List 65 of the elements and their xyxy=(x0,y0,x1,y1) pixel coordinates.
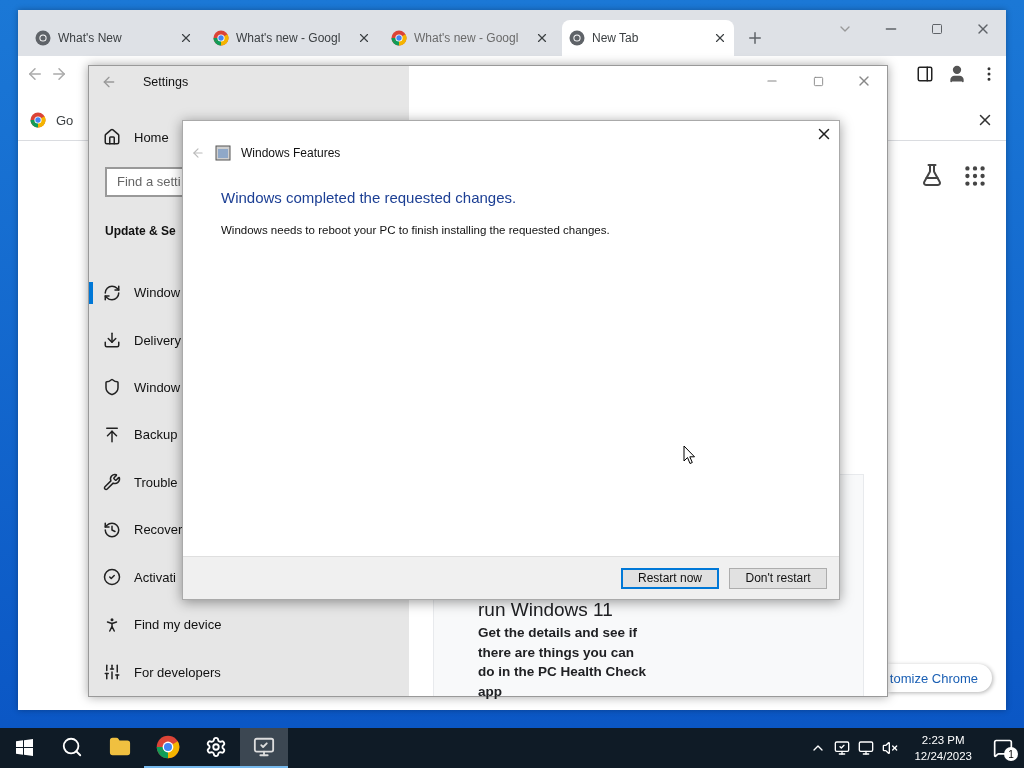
section-heading: Update & Se xyxy=(105,223,176,238)
browser-tab[interactable]: What's New xyxy=(28,20,200,56)
browser-tab[interactable]: What's new - Googl xyxy=(384,20,556,56)
promo-heading: run Windows 11 xyxy=(478,599,614,621)
clock[interactable]: 2:23 PM 12/24/2023 xyxy=(914,732,972,764)
wrench-icon[interactable] xyxy=(103,473,121,492)
close-icon[interactable] xyxy=(535,31,549,45)
flask-icon[interactable] xyxy=(920,163,944,187)
close-icon[interactable] xyxy=(179,31,193,45)
mute-icon[interactable] xyxy=(882,740,899,756)
chrome-logo-icon xyxy=(35,30,51,46)
nav-item[interactable]: Trouble xyxy=(134,474,178,490)
nav-item[interactable]: Find my device xyxy=(134,617,222,633)
nav-item[interactable]: Activati xyxy=(134,569,176,585)
home-icon[interactable] xyxy=(103,128,121,147)
maximize-icon[interactable] xyxy=(812,75,824,87)
promo-text: Get the details and see if there are things you can do in the PC Health Check app xyxy=(478,624,648,701)
history-icon[interactable] xyxy=(103,520,121,539)
customize-button[interactable]: tomize Chrome xyxy=(887,664,992,692)
nav-item[interactable]: Window xyxy=(134,380,181,395)
chrome-logo-icon xyxy=(156,735,180,759)
taskbar-button[interactable] xyxy=(240,728,288,768)
chrome-logo-icon xyxy=(30,112,46,128)
network-icon[interactable] xyxy=(858,740,875,756)
close-icon[interactable] xyxy=(713,31,727,45)
sliders-icon[interactable] xyxy=(103,663,121,682)
bookmark-link[interactable]: Go xyxy=(56,112,74,128)
windows-logo-icon[interactable] xyxy=(15,738,33,756)
dialog-button[interactable]: Don't restart xyxy=(729,567,827,589)
folder-icon[interactable] xyxy=(109,736,131,758)
nav-item[interactable]: Backup xyxy=(134,427,178,443)
shield-icon[interactable] xyxy=(103,378,121,397)
browser-tab[interactable]: What's new - Googl xyxy=(206,20,378,56)
new-tab-icon[interactable] xyxy=(746,29,764,47)
chrome-logo-icon xyxy=(391,30,407,46)
download-tray-icon[interactable] xyxy=(103,331,121,349)
dialog-button[interactable]: Restart now xyxy=(621,567,719,589)
apps-grid-icon[interactable] xyxy=(962,163,988,189)
check-circle-icon[interactable] xyxy=(103,568,121,587)
home-link[interactable]: Home xyxy=(134,129,169,145)
upload-arrow-icon[interactable] xyxy=(103,425,121,444)
notification-count: 1 xyxy=(1004,747,1018,761)
dialog-title: Windows Features xyxy=(241,146,341,160)
profile-icon[interactable] xyxy=(947,64,967,84)
nav-item[interactable]: Delivery xyxy=(134,332,181,348)
notification-button[interactable]: 1 xyxy=(988,733,1018,763)
sync-icon[interactable] xyxy=(103,283,121,302)
nav-item[interactable]: For developers xyxy=(134,664,221,680)
chrome-logo-icon xyxy=(569,30,585,46)
close-icon[interactable] xyxy=(357,31,371,45)
browser-tab[interactable]: New Tab xyxy=(562,20,734,56)
dialog-message: Windows needs to reboot your PC to finish installing the requested changes. xyxy=(221,224,611,236)
search-icon[interactable] xyxy=(61,736,83,758)
mouse-cursor-icon xyxy=(683,445,696,465)
clock-date: 12/24/2023 xyxy=(914,749,972,764)
nav-item[interactable]: Recover xyxy=(134,522,183,538)
nav-item[interactable]: Window xyxy=(134,285,181,301)
clock-time: 2:23 PM xyxy=(921,733,965,748)
dialog-heading: Windows completed the requested changes. xyxy=(221,189,518,206)
chrome-logo-icon xyxy=(213,30,229,46)
side-panel-icon[interactable] xyxy=(916,65,934,83)
settings-icon[interactable] xyxy=(205,736,227,758)
window-title: Settings xyxy=(143,74,189,89)
message-icon xyxy=(993,738,1013,758)
maximize-icon[interactable] xyxy=(931,23,943,35)
